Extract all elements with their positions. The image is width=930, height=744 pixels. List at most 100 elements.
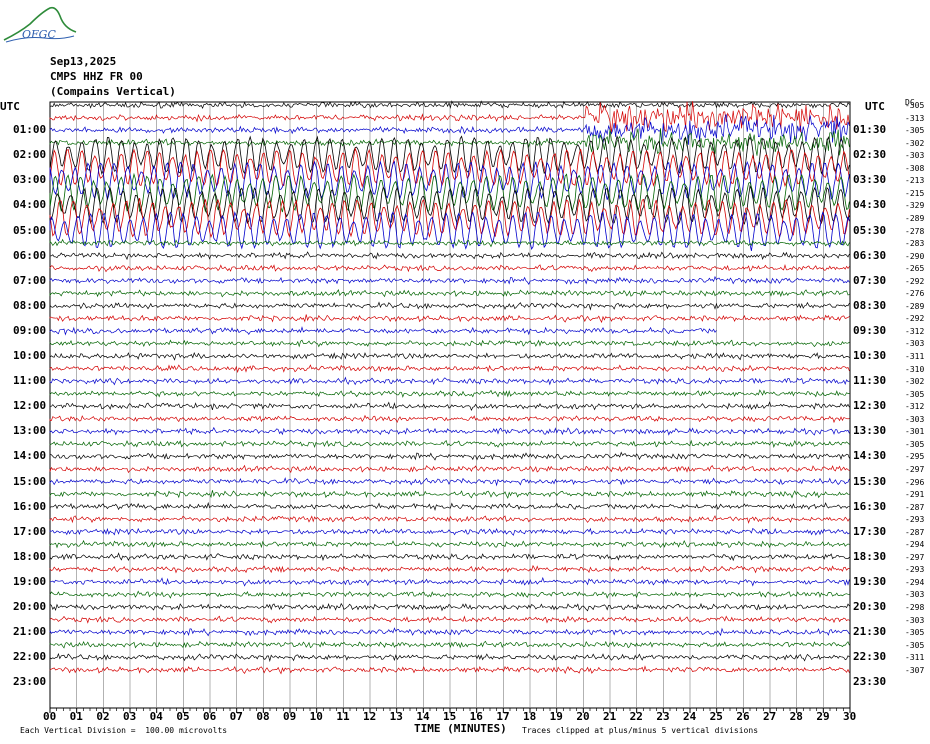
x-tick-label: 01 <box>69 710 83 723</box>
right-hour-label: 13:30 <box>853 424 887 438</box>
dc-offset-label: -287 <box>905 502 925 512</box>
dc-offset-label: -293 <box>905 515 925 525</box>
left-hour-label: 20:00 <box>13 600 47 613</box>
left-hour-label: 02:00 <box>13 148 47 162</box>
left-hour-label: 21:00 <box>13 625 47 639</box>
dc-offset-label: -292 <box>905 314 925 324</box>
x-tick-label: 13 <box>389 710 403 723</box>
x-axis-label: TIME (MINUTES) <box>414 722 507 735</box>
left-hour-label: 18:00 <box>13 549 47 563</box>
dc-offset-label: -290 <box>905 251 925 261</box>
dc-offset-label: -305 <box>905 439 925 449</box>
right-hour-label: 20:30 <box>853 600 887 613</box>
right-hour-label: 12:30 <box>853 399 887 413</box>
dc-offset-label: -293 <box>905 565 925 575</box>
dc-offset-label: -303 <box>905 339 925 349</box>
dc-offset-label: -310 <box>905 364 925 374</box>
dc-offset-label: -292 <box>905 276 925 286</box>
x-tick-label: 26 <box>736 710 750 723</box>
left-hour-label: 10:00 <box>13 349 47 362</box>
right-hour-label: 03:30 <box>853 173 887 187</box>
x-tick-label: 18 <box>523 710 537 723</box>
clip-note: Traces clipped at plus/minus 5 vertical … <box>522 726 759 735</box>
x-tick-label: 04 <box>149 710 163 723</box>
x-tick-label: 21 <box>603 710 617 723</box>
dc-offset-label: -287 <box>905 527 925 537</box>
dc-offset-label: -297 <box>905 552 925 562</box>
dc-offset-label: -303 <box>905 414 925 424</box>
left-hour-label: 06:00 <box>13 248 47 262</box>
right-hour-label: 11:30 <box>853 374 887 388</box>
right-hour-label: 22:30 <box>853 650 887 664</box>
dc-offset-label: -301 <box>905 427 925 437</box>
dc-offset-label: -313 <box>905 113 925 123</box>
right-hour-label: 09:30 <box>853 323 887 337</box>
left-hour-label: 13:00 <box>13 424 47 438</box>
dc-offset-label: -291 <box>905 490 925 500</box>
x-tick-label: 02 <box>96 710 110 723</box>
x-tick-label: 06 <box>203 710 217 723</box>
dc-offset-label: -312 <box>905 326 925 336</box>
dc-offset-label: -294 <box>905 577 925 587</box>
left-hour-label: 11:00 <box>13 374 47 388</box>
x-tick-label: 25 <box>709 710 723 723</box>
x-tick-label: 20 <box>576 710 590 723</box>
left-hour-label: 08:00 <box>13 298 47 312</box>
dc-offset-label: -303 <box>905 590 925 600</box>
dc-offset-label: -311 <box>905 352 925 361</box>
dc-offset-label: -297 <box>905 464 925 474</box>
x-tick-label: 24 <box>683 710 697 723</box>
dc-offset-label: -295 <box>905 452 925 462</box>
x-tick-label: 05 <box>176 710 190 723</box>
x-tick-label: 11 <box>336 710 350 723</box>
dc-offset-label: -305 <box>905 640 925 650</box>
dc-offset-label: -276 <box>905 289 925 299</box>
dc-offset-label: -294 <box>905 540 925 550</box>
dc-offset-label: -303 <box>905 615 925 625</box>
dc-offset-label: -329 <box>905 201 925 211</box>
dc-offset-label: -289 <box>905 301 925 311</box>
x-tick-label: 19 <box>549 710 563 723</box>
left-hour-label: 12:00 <box>13 399 47 413</box>
left-hour-label: 09:00 <box>13 323 47 337</box>
left-hour-label: 01:00 <box>13 123 47 137</box>
dc-offset-label: -298 <box>905 603 925 612</box>
dc-offset-label: -215 <box>905 188 925 198</box>
x-tick-label: 29 <box>816 710 830 723</box>
dc-offset-label: -265 <box>905 264 925 274</box>
dc-offset-label: -305 <box>905 126 925 136</box>
right-hour-label: 02:30 <box>853 148 887 162</box>
dc-offset-label: -305 <box>905 101 925 110</box>
x-tick-label: 22 <box>629 710 643 723</box>
dc-offset-label: -308 <box>905 163 925 173</box>
right-hour-label: 21:30 <box>853 625 887 639</box>
dc-offset-label: -278 <box>905 226 925 236</box>
helicorder-chart <box>49 100 851 713</box>
x-tick-label: 28 <box>789 710 803 723</box>
left-hour-label: 04:00 <box>13 198 47 212</box>
dc-offset-label: -302 <box>905 138 925 148</box>
dc-offset-label: -305 <box>905 628 925 638</box>
right-hour-label: 23:30 <box>853 675 887 689</box>
right-hour-label: 01:30 <box>853 123 887 137</box>
right-hour-label: 10:30 <box>853 349 887 362</box>
trace-line <box>49 326 717 336</box>
right-hour-label: 06:30 <box>853 248 887 262</box>
dc-offset-label: -213 <box>905 176 925 186</box>
x-tick-label: 07 <box>229 710 243 723</box>
x-tick-label: 27 <box>763 710 777 723</box>
left-hour-label: 14:00 <box>13 449 47 463</box>
x-tick-label: 12 <box>363 710 377 723</box>
x-tick-label: 30 <box>843 710 857 723</box>
right-hour-label: 07:30 <box>853 273 887 287</box>
dc-offset-label: -303 <box>905 151 925 161</box>
left-hour-label: 03:00 <box>13 173 47 187</box>
right-hour-label: 17:30 <box>853 524 887 538</box>
dc-offset-label: -296 <box>905 477 925 487</box>
x-tick-label: 08 <box>256 710 270 723</box>
right-hour-label: 14:30 <box>853 449 887 463</box>
left-hour-label: 17:00 <box>13 524 47 538</box>
x-tick-label: 00 <box>43 710 57 723</box>
right-hour-label: 15:30 <box>853 474 887 488</box>
right-hour-label: 04:30 <box>853 198 887 212</box>
